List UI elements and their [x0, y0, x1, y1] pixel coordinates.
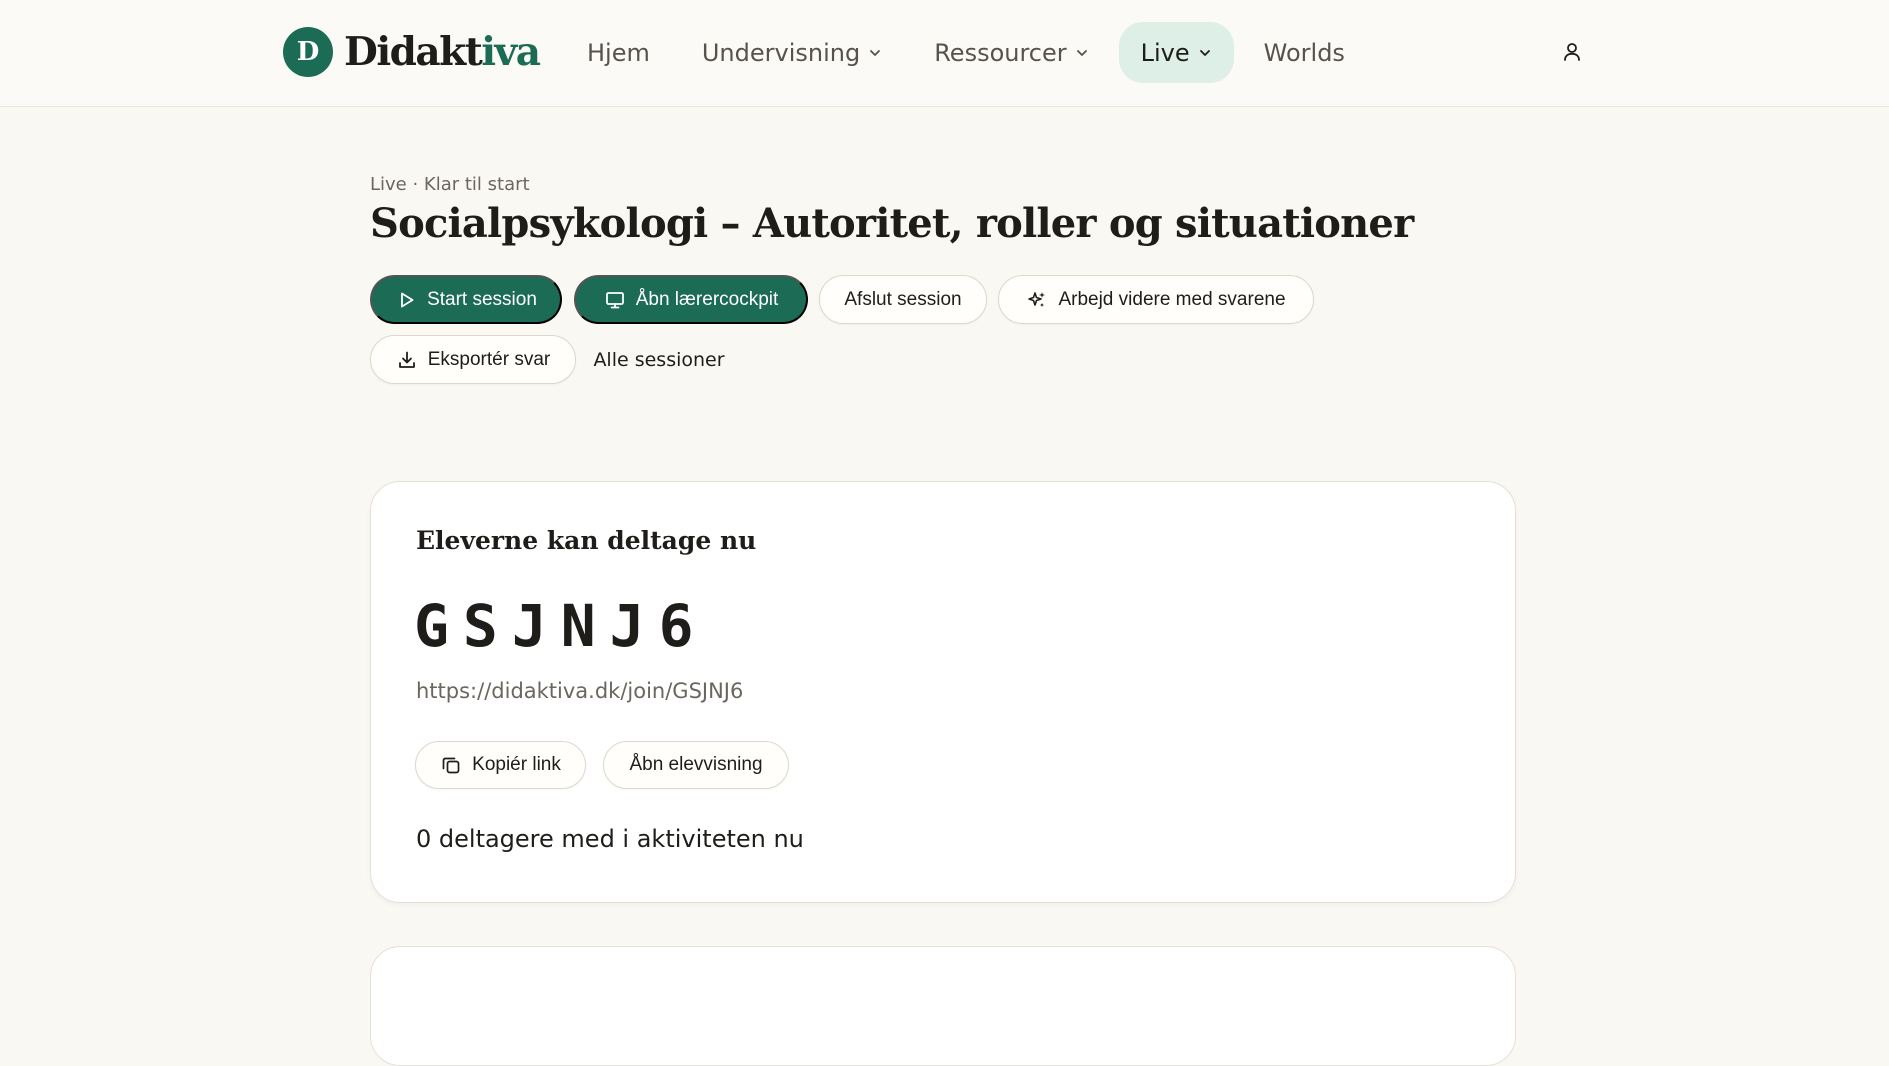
user-icon [1564, 43, 1580, 61]
page-title: Socialpsykologi – Autoritet, roller og s… [370, 200, 1414, 247]
copy-icon [442, 757, 460, 774]
brand-name-main: Didakt [344, 29, 483, 75]
user-menu-button[interactable] [1556, 36, 1588, 68]
nav-item-hjem[interactable]: Hjem [565, 22, 672, 83]
end-session-label: Afslut session [844, 288, 962, 310]
open-student-view-label: Åbn elevvisning [629, 754, 763, 775]
brand-name: Didaktiva [344, 29, 541, 75]
join-code: GSJNJ6 [414, 592, 708, 660]
join-card-heading: Eleverne kan deltage nu [416, 526, 757, 555]
join-url: https://didaktiva.dk/join/GSJNJ6 [416, 679, 744, 703]
open-student-view-button[interactable]: Åbn elevvisning [603, 741, 789, 789]
continue-with-answers-label: Arbejd videre med svarene [1058, 288, 1286, 310]
main-nav: Hjem Undervisning Ressourcer Live Worlds [565, 22, 1375, 83]
nav-item-label: Ressourcer [934, 38, 1067, 67]
chevron-down-icon [1076, 49, 1087, 56]
nav-item-live[interactable]: Live [1118, 22, 1234, 83]
join-card: Eleverne kan deltage nu GSJNJ6 https://d… [370, 481, 1516, 903]
start-session-button[interactable]: Start session [370, 275, 562, 324]
open-teacher-cockpit-button[interactable]: Åbn lærercockpit [574, 275, 808, 324]
next-card [370, 946, 1516, 1066]
play-icon [401, 292, 414, 307]
nav-item-label: Worlds [1263, 38, 1345, 67]
nav-item-label: Hjem [587, 38, 650, 67]
nav-item-ressourcer[interactable]: Ressourcer [912, 22, 1110, 83]
continue-with-answers-button[interactable]: Arbejd videre med svarene [998, 275, 1314, 324]
download-icon [398, 351, 415, 368]
top-navigation-bar: D Didaktiva Hjem Undervisning Ressourcer… [0, 0, 1889, 107]
export-answers-label: Eksportér svar [427, 348, 551, 370]
sparkles-icon [1028, 291, 1046, 307]
nav-item-worlds[interactable]: Worlds [1242, 22, 1367, 83]
brand-name-accent: iva [481, 29, 541, 75]
all-sessions-link[interactable]: Alle sessioner [584, 335, 734, 384]
nav-item-label: Undervisning [701, 38, 861, 67]
chevron-down-icon [1199, 49, 1210, 56]
export-answers-button[interactable]: Eksportér svar [370, 335, 576, 384]
end-session-button[interactable]: Afslut session [819, 275, 987, 324]
all-sessions-label: Alle sessioner [593, 348, 725, 371]
copy-link-button[interactable]: Kopiér link [415, 741, 586, 789]
copy-link-label: Kopiér link [472, 754, 561, 775]
breadcrumb: Live · Klar til start [370, 174, 530, 195]
start-session-label: Start session [427, 288, 537, 310]
brand-logo-mark: D [283, 27, 333, 77]
monitor-icon [605, 291, 624, 308]
open-teacher-cockpit-label: Åbn lærercockpit [635, 288, 779, 310]
participant-count: 0 deltagere med i aktiviteten nu [416, 825, 804, 853]
chevron-down-icon [870, 49, 881, 56]
nav-item-undervisning[interactable]: Undervisning [680, 22, 904, 83]
nav-item-label: Live [1140, 38, 1190, 67]
brand-logo[interactable]: D Didaktiva [283, 27, 541, 77]
